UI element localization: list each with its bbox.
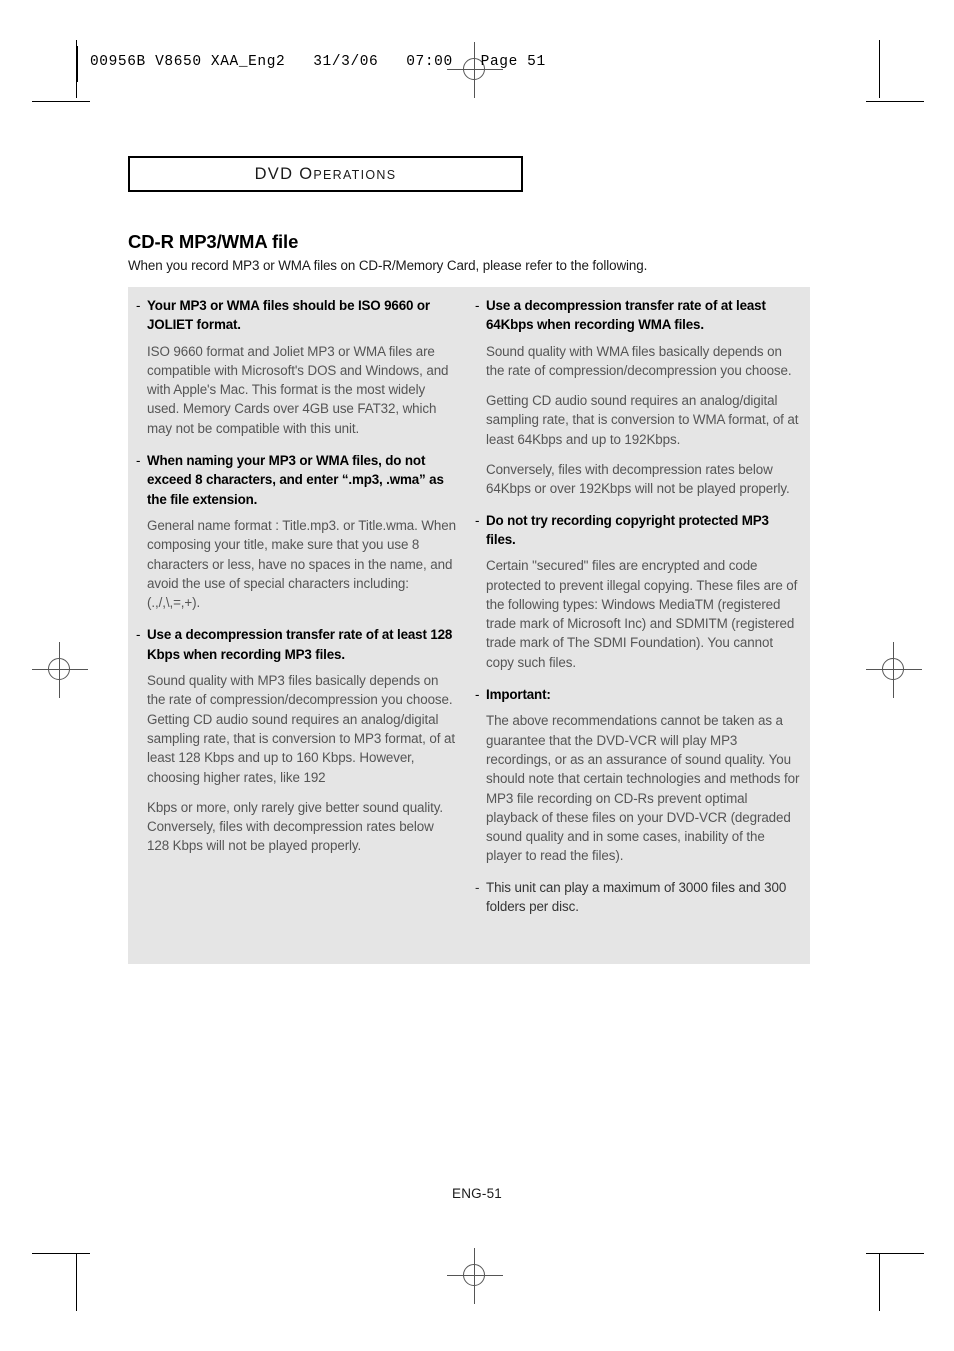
section-header-title: DVD OPERATIONS [255,165,397,184]
registration-mark-bottom [447,1248,503,1304]
crop-mark-bottom-left-horizontal [32,1253,90,1254]
body-paragraph: Certain "secured" files are encrypted an… [486,558,798,670]
bullet-heading: Important: [486,687,551,703]
bullet-dash: - [136,453,141,469]
bullet-dash: - [475,879,480,895]
printer-header: 00956B V8650 XAA_Eng2 31/3/06 07:00 Page… [76,46,546,82]
body-paragraph: Sound quality with WMA files basically d… [486,343,792,378]
crop-mark-top-left-horizontal [32,101,90,102]
bullet-dash: - [475,298,480,313]
crop-mark-top-right-vertical [879,40,880,98]
bullet-item: - Do not try recording copyright protect… [475,511,800,550]
crop-mark-bottom-right-vertical [879,1253,880,1311]
bullet-dash: - [136,298,141,313]
bullet-heading: Use a decompression transfer rate of at … [486,298,766,333]
registration-mark-circle [882,658,904,680]
section-title-first-cap: O [299,164,314,183]
section-title-lead: DVD [254,164,294,183]
bullet-item: - Use a decompression transfer rate of a… [136,625,456,664]
bullet-dash: - [136,627,141,643]
bullet-item: - Important: [475,685,800,704]
bullet-dash: - [475,687,480,703]
section-header-box: DVD OPERATIONS [128,156,523,192]
body-paragraph: Getting CD audio sound requires an analo… [486,393,799,447]
section-title-rest: PERATIONS [313,167,397,182]
body-paragraph: The above recommendations cannot be take… [486,713,800,864]
bullet-heading: Do not try recording copyright protected… [486,512,769,547]
body-paragraph: Sound quality with MP3 files basically d… [147,673,455,785]
content-panel: - Your MP3 or WMA files should be ISO 96… [128,287,810,964]
bullet-dash: - [475,512,480,528]
registration-mark-left [32,642,88,698]
left-column: - Your MP3 or WMA files should be ISO 96… [128,287,468,964]
printer-header-rule [76,46,78,82]
printer-header-text: 00956B V8650 XAA_Eng2 31/3/06 07:00 Page… [90,54,546,70]
body-paragraph: Conversely, files with decompression rat… [486,462,790,497]
bullet-text: This unit can play a maximum of 3000 fil… [486,879,787,915]
page-intro-text: When you record MP3 or WMA files on CD-R… [128,258,648,273]
bullet-item: - Use a decompression transfer rate of a… [475,296,800,335]
page-title: CD-R MP3/WMA file [128,231,299,252]
bullet-item: - Your MP3 or WMA files should be ISO 96… [136,296,456,335]
crop-mark-bottom-right-horizontal [866,1253,924,1254]
bullet-heading: Your MP3 or WMA files should be ISO 9660… [147,298,430,333]
registration-mark-circle [48,658,70,680]
right-column: - Use a decompression transfer rate of a… [468,287,810,964]
crop-mark-top-right-horizontal [866,101,924,102]
body-paragraph: ISO 9660 format and Joliet MP3 or WMA fi… [147,343,449,436]
body-paragraph: Kbps or more, only rarely give better so… [147,799,443,854]
bullet-heading: When naming your MP3 or WMA files, do no… [147,453,444,507]
bullet-item-final-note: - This unit can play a maximum of 3000 f… [475,878,800,917]
body-paragraph: General name format : Title.mp3. or Titl… [147,517,456,611]
page-footer: ENG-51 [452,1186,502,1201]
crop-mark-bottom-left-vertical [76,1253,77,1311]
bullet-item: - When naming your MP3 or WMA files, do … [136,451,456,509]
registration-mark-right [866,642,922,698]
bullet-heading: Use a decompression transfer rate of at … [147,627,453,662]
registration-mark-circle [463,1264,485,1286]
